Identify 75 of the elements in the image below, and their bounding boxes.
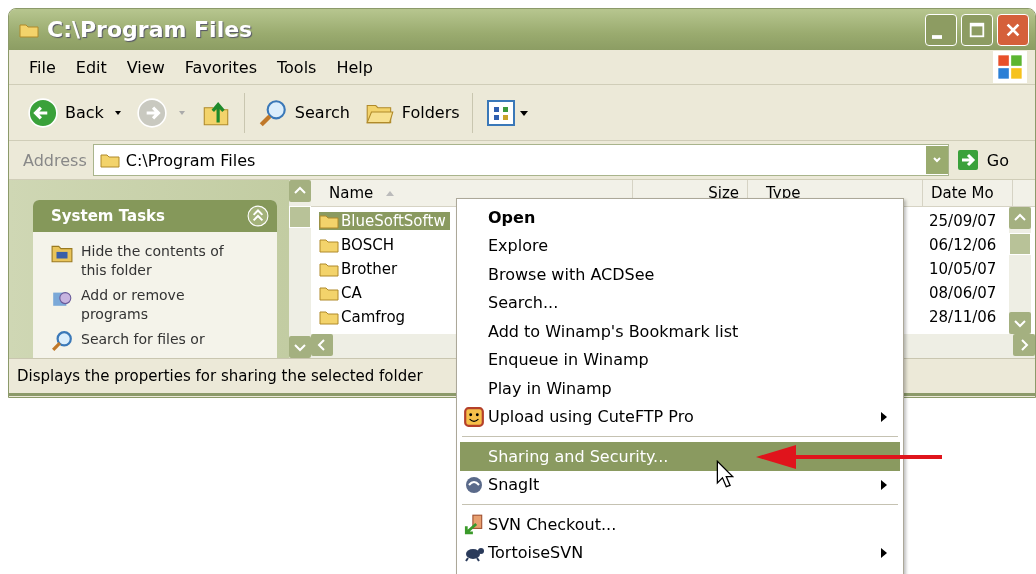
maximize-icon: [968, 20, 986, 39]
column-header[interactable]: Date Mo: [923, 180, 1013, 206]
context-menu-item[interactable]: SnagIt: [460, 470, 900, 499]
task-link[interactable]: Hide the contents of this folder: [81, 242, 241, 280]
context-menu-item[interactable]: Add to Winamp's Bookmark list: [460, 317, 900, 346]
context-menu-item[interactable]: Play in Winamp: [460, 374, 900, 403]
context-menu-item[interactable]: TortoiseSVN: [460, 538, 900, 567]
menu-item[interactable]: View: [116, 57, 175, 77]
scroll-down-icon[interactable]: [289, 336, 311, 358]
submenu-arrow-icon: [880, 410, 888, 423]
folder-icon: [319, 309, 339, 325]
scroll-up-icon[interactable]: [289, 180, 311, 202]
search-icon: [51, 330, 73, 352]
windows-logo-icon: [993, 51, 1027, 83]
close-button[interactable]: [997, 13, 1029, 46]
window-title: C:\Program Files: [47, 17, 253, 42]
context-menu-item[interactable]: Open: [460, 203, 900, 232]
folders-button[interactable]: Folders: [359, 92, 464, 133]
task-link[interactable]: Add or remove programs: [81, 286, 241, 324]
menu-item[interactable]: Edit: [65, 57, 117, 77]
checkout-icon: [463, 513, 485, 536]
task-link[interactable]: Search for files or: [81, 330, 241, 349]
date-cell-text: 10/05/07: [929, 260, 998, 278]
scroll-down-icon[interactable]: [1009, 312, 1031, 334]
sort-icon: [385, 189, 396, 197]
minimize-button[interactable]: [925, 13, 957, 46]
folder-icon: [319, 261, 339, 277]
context-menu-item[interactable]: Enqueue in Winamp: [460, 345, 900, 374]
caret-icon: [177, 108, 186, 117]
folder-item[interactable]: Camfrog: [319, 308, 410, 326]
folder-icon: [99, 152, 120, 168]
scroll-left-icon[interactable]: [311, 334, 333, 356]
address-field[interactable]: C:\Program Files: [92, 144, 949, 176]
date-cell-text: 06/12/06: [929, 236, 998, 254]
date-cell-text: 28/11/06: [929, 308, 998, 326]
status-text: Displays the properties for sharing the selected folder: [17, 367, 423, 385]
menu-item[interactable]: File: [21, 57, 66, 77]
address-label: Address: [23, 150, 87, 170]
folder-item[interactable]: BOSCH: [319, 236, 399, 254]
dropdown-button[interactable]: [925, 146, 948, 174]
smiley-icon: [463, 405, 485, 428]
context-menu-item[interactable]: Upload using CuteFTP Pro: [460, 402, 900, 431]
folder-icon: [319, 237, 339, 253]
mouse-pointer-icon: [716, 460, 734, 488]
minimize-icon: [932, 34, 942, 39]
folder-icon: [319, 285, 339, 301]
menu-item[interactable]: Favorites: [174, 57, 267, 77]
chevron-down-icon: [931, 155, 942, 165]
submenu-arrow-icon: [880, 478, 888, 491]
back-button[interactable]: Back: [23, 92, 126, 133]
submenu-arrow-icon: [880, 546, 888, 559]
swirl-icon: [464, 474, 484, 495]
menu-item[interactable]: Tools: [267, 57, 327, 77]
maximize-button[interactable]: [961, 13, 993, 46]
caret-icon: [113, 108, 122, 117]
context-menu-item[interactable]: Browse with ACDSee: [460, 260, 900, 289]
folder-item[interactable]: CA: [319, 284, 366, 302]
vertical-scrollbar[interactable]: [289, 180, 311, 358]
folder-item[interactable]: Brother: [319, 260, 402, 278]
date-cell-text: 08/06/07: [929, 284, 998, 302]
folder-icon: [319, 213, 339, 229]
date-cell-text: 25/09/07: [929, 212, 998, 230]
collapse-icon[interactable]: [247, 205, 269, 227]
scroll-thumb[interactable]: [289, 206, 311, 228]
context-menu-item[interactable]: Search...: [460, 288, 900, 317]
context-menu-item[interactable]: SVN Checkout...: [460, 510, 900, 539]
scroll-right-icon[interactable]: [1013, 334, 1035, 356]
menu-item[interactable]: Help: [326, 57, 383, 77]
vertical-scrollbar[interactable]: [1009, 207, 1031, 334]
scroll-up-icon[interactable]: [1009, 207, 1031, 229]
folder-icon: [19, 21, 39, 38]
scroll-thumb[interactable]: [1009, 233, 1031, 255]
search-button[interactable]: Search: [252, 92, 354, 133]
go-button[interactable]: Go: [954, 149, 1035, 171]
context-menu-item[interactable]: Explore: [460, 231, 900, 260]
